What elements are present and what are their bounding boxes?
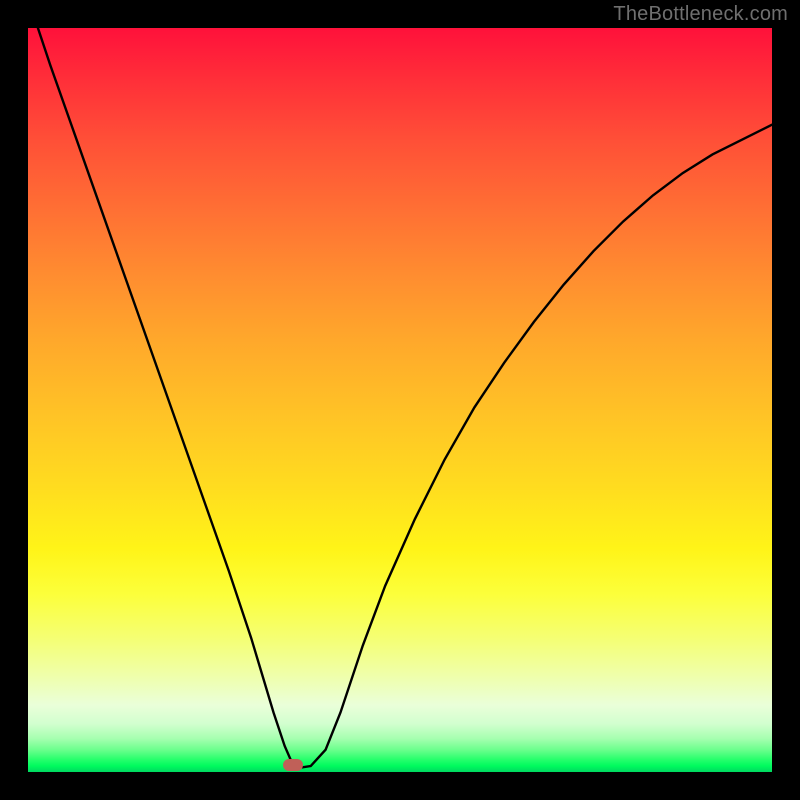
- optimal-point-marker: [283, 759, 303, 771]
- watermark-label: TheBottleneck.com: [613, 3, 788, 26]
- chart-frame: TheBottleneck.com: [0, 0, 800, 800]
- plot-area: [28, 28, 772, 772]
- bottleneck-curve: [28, 28, 772, 772]
